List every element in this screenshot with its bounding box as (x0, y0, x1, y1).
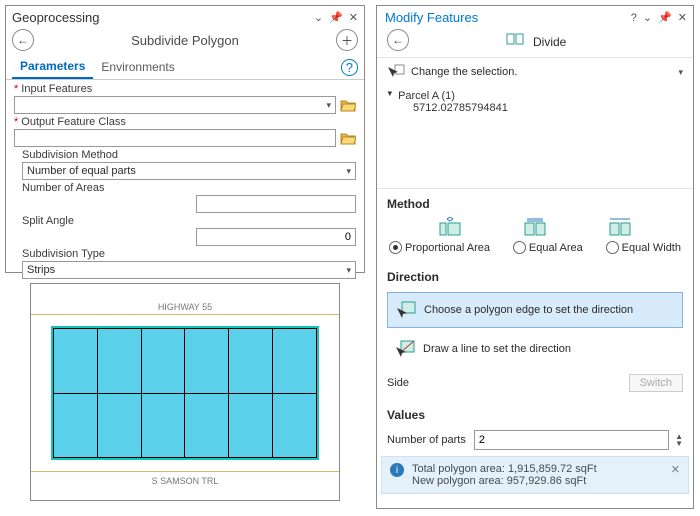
browse-button[interactable] (340, 98, 356, 112)
direction-label: Choose a polygon edge to set the directi… (424, 304, 633, 316)
pin-icon[interactable]: 📌 (329, 11, 343, 24)
section-direction: Direction (377, 262, 693, 288)
tree-parent[interactable]: Parcel A (1) (398, 90, 455, 102)
help-icon[interactable]: ? (341, 60, 358, 75)
section-method: Method (377, 189, 693, 215)
side-label: Side (387, 377, 409, 389)
cursor-icon (387, 64, 405, 80)
modify-features-panel: Modify Features ? ⌄ 📌 ✕ ← Divide Change … (376, 5, 694, 509)
label-num-areas: Number of Areas (22, 182, 105, 194)
label-split-angle: Split Angle (22, 215, 74, 227)
radio-equal-width[interactable]: Equal Width (606, 241, 681, 254)
draw-line-icon (395, 340, 415, 358)
road-line (31, 471, 339, 472)
mf-tool-title: Divide (409, 32, 663, 49)
num-areas-field[interactable] (196, 195, 356, 213)
browse-button[interactable] (340, 131, 356, 145)
input-features-field[interactable]: ▾ (14, 96, 336, 114)
close-icon[interactable]: ✕ (671, 463, 680, 476)
back-button[interactable]: ← (387, 29, 409, 51)
direction-label: Draw a line to set the direction (423, 343, 571, 355)
label-sub-method: Subdivision Method (22, 149, 118, 161)
close-icon[interactable]: ✕ (349, 11, 358, 24)
gp-titlebar: Geoprocessing ⌄ 📌 ✕ (6, 6, 364, 27)
subdivision-type-value: Strips (27, 264, 55, 276)
pin-icon[interactable]: 📌 (658, 11, 672, 24)
add-button[interactable]: ＋ (336, 29, 358, 51)
chevron-down-icon[interactable]: ▾ (678, 67, 683, 78)
subdivision-method-field[interactable]: Number of equal parts ▾ (22, 162, 356, 180)
info-new-area: New polygon area: 957,929.86 sqFt (412, 475, 597, 487)
chevron-down-icon: ▾ (346, 166, 351, 177)
equal-width-icon (608, 217, 632, 237)
road-line (31, 314, 339, 315)
tab-environments[interactable]: Environments (93, 56, 182, 78)
label-output-fc: Output Feature Class (21, 116, 126, 128)
parcel-grid (51, 326, 319, 460)
help-icon[interactable]: ? (631, 12, 637, 24)
radio-equal-area[interactable]: Equal Area (513, 241, 583, 254)
equal-area-icon (523, 217, 547, 237)
street-label-top: HIGHWAY 55 (31, 302, 339, 312)
proportional-area-icon (438, 217, 462, 237)
gp-panel-title: Geoprocessing (12, 10, 314, 25)
street-label-bottom: S SAMSON TRL (31, 476, 339, 486)
selection-tree[interactable]: ▸ Parcel A (1) 5712.02785794841 (377, 86, 693, 189)
map-preview: HIGHWAY 55 S SAMSON TRL (30, 283, 340, 501)
direction-choose-edge[interactable]: Choose a polygon edge to set the directi… (387, 292, 683, 328)
num-parts-stepper[interactable]: ▲▼ (675, 433, 683, 447)
label-input-features: Input Features (21, 83, 92, 95)
back-button[interactable]: ← (12, 29, 34, 51)
choose-edge-icon (396, 301, 416, 319)
subdivision-method-value: Number of equal parts (27, 165, 136, 177)
subdivision-type-field[interactable]: Strips ▾ (22, 261, 356, 279)
info-icon: i (390, 463, 404, 477)
mf-panel-title: Modify Features (385, 10, 631, 25)
close-icon[interactable]: ✕ (678, 11, 687, 24)
gp-tool-title: Subdivide Polygon (34, 33, 336, 48)
divide-icon (506, 32, 524, 46)
chevron-down-icon: ▾ (346, 265, 351, 276)
direction-draw-line[interactable]: Draw a line to set the direction (387, 332, 683, 366)
geoprocessing-panel: Geoprocessing ⌄ 📌 ✕ ← Subdivide Polygon … (5, 5, 365, 273)
num-parts-label: Number of parts (387, 434, 466, 446)
info-bar: i Total polygon area: 1,915,859.72 sqFt … (381, 456, 689, 494)
info-total-area: Total polygon area: 1,915,859.72 sqFt (412, 463, 597, 475)
chevron-down-icon[interactable]: ⌄ (314, 11, 323, 24)
chevron-down-icon: ▾ (326, 100, 331, 111)
section-values: Values (377, 400, 693, 426)
tab-parameters[interactable]: Parameters (12, 55, 93, 79)
output-fc-field[interactable] (14, 129, 336, 147)
chevron-down-icon[interactable]: ⌄ (643, 11, 652, 24)
split-angle-field[interactable] (196, 228, 356, 246)
change-selection-label: Change the selection. (411, 66, 678, 78)
label-sub-type: Subdivision Type (22, 248, 105, 260)
switch-button[interactable]: Switch (629, 374, 683, 392)
num-parts-field[interactable] (474, 430, 669, 450)
tree-child[interactable]: 5712.02785794841 (385, 102, 683, 114)
radio-proportional-area[interactable]: Proportional Area (389, 241, 490, 254)
